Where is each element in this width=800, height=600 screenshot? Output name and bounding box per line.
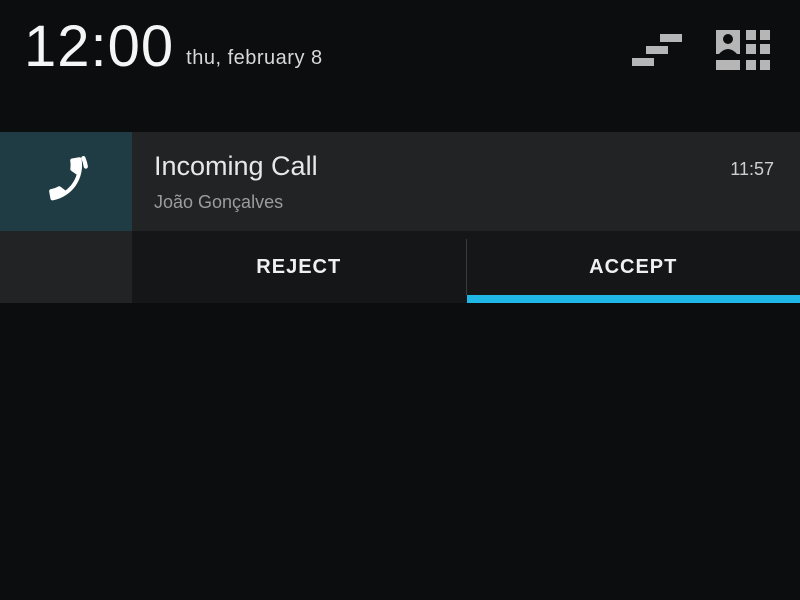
clock-time: 12:00 [24,18,174,76]
accept-accent-bar [467,295,800,303]
status-bar-left: 12:00 thu, february 8 [24,18,323,76]
notification-body[interactable]: Incoming Call 11:57 João Gonçalves [0,132,800,231]
steps-icon[interactable] [632,32,684,68]
notification-time: 11:57 [730,159,774,180]
notification-actions: REJECT ACCEPT [132,231,800,303]
phone-ringing-icon [41,154,91,209]
notification-title: Incoming Call [154,151,318,182]
caller-name: João Gonçalves [154,192,774,213]
reject-button[interactable]: REJECT [132,231,466,303]
accept-button-label: ACCEPT [589,256,677,279]
notification-icon-column [0,132,132,231]
status-bar-right [632,30,770,76]
contacts-grid-icon[interactable] [716,30,770,70]
accept-button[interactable]: ACCEPT [467,231,800,303]
notification-content: Incoming Call 11:57 João Gonçalves [132,132,800,231]
incoming-call-notification: Incoming Call 11:57 João Gonçalves REJEC… [0,132,800,303]
clock-date: thu, february 8 [186,47,322,76]
status-bar: 12:00 thu, february 8 [0,0,800,86]
